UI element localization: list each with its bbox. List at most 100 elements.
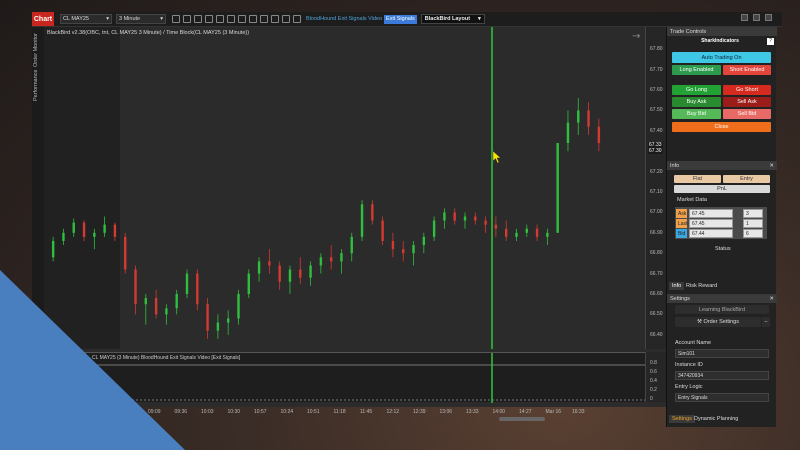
help-icon[interactable]: ? <box>767 38 774 45</box>
sell-ask-button[interactable]: Sell Ask <box>723 97 771 107</box>
chart-tab[interactable]: Chart <box>32 12 54 26</box>
tab-order-monitor[interactable]: Order Monitor <box>33 31 43 69</box>
time-axis-label: 10:30 <box>227 409 241 415</box>
indicator-axis-label: 0.6 <box>650 369 657 375</box>
order-settings-button[interactable]: ⚒ Order Settings <box>675 317 761 327</box>
layout-select[interactable]: BlackBird Layout ▾ <box>420 14 485 24</box>
price-axis-label: 67.00 <box>650 209 663 216</box>
long-enabled-button[interactable]: Long Enabled <box>672 65 721 75</box>
account-name-label: Account Name <box>675 340 712 346</box>
market-data-label: Market Data <box>677 197 707 203</box>
zoom-out-icon[interactable] <box>204 15 213 23</box>
bars-type-icon[interactable] <box>171 15 180 23</box>
time-axis-label: 10:57 <box>254 409 267 415</box>
instrument-select[interactable]: CL MAY25 ▾ <box>60 14 112 24</box>
entry-logic-select[interactable]: Entry Signals <box>675 393 769 402</box>
close-button[interactable]: Close <box>672 122 771 132</box>
price-axis-label: 66.70 <box>650 270 663 277</box>
exit-signals-link[interactable]: BloodHound Exit Signals Video <box>306 16 382 22</box>
buy-bid-button[interactable]: Buy Bid <box>672 109 721 119</box>
time-axis[interactable]: 09:09 09:36 10:03 10:30 10:57 10:24 10:51 11:18… <box>44 407 666 417</box>
tab-risk-reward[interactable]: Risk Reward <box>683 282 720 290</box>
draw-tool-icon[interactable] <box>182 15 191 23</box>
candle <box>535 224 539 241</box>
maximize-icon[interactable] <box>765 14 772 21</box>
candle <box>422 232 426 254</box>
price-chart[interactable]: → <box>44 27 645 349</box>
candle <box>494 216 498 237</box>
price-axis-label: 66.40 <box>650 331 663 338</box>
strategies-icon[interactable] <box>259 15 268 23</box>
chevron-down-icon: ▾ <box>160 16 163 22</box>
time-axis-label: 11:45 <box>360 409 373 415</box>
short-enabled-button[interactable]: Short Enabled <box>723 65 771 75</box>
candle <box>463 212 467 229</box>
go-long-button[interactable]: Go Long <box>672 85 721 95</box>
price-axis-label: 67.50 <box>650 107 663 114</box>
minimize-icon[interactable] <box>753 14 760 21</box>
tab-performance[interactable]: Performance <box>33 70 43 102</box>
price-axis[interactable]: 67.80 67.70 67.60 67.50 67.40 67.30 67.20 67.10… <box>645 27 666 349</box>
go-short-button[interactable]: Go Short <box>723 85 771 95</box>
candle <box>247 269 250 299</box>
price-axis-label: 67.10 <box>650 189 663 195</box>
candle <box>350 232 353 262</box>
ask-price: 67.45 <box>689 209 733 218</box>
indicator-panel[interactable]: CL MAY25 (3 Minute) BloodHound Exit Sign… <box>44 352 645 403</box>
time-axis-label: 12:12 <box>386 409 400 415</box>
close-icon[interactable]: ✕ <box>769 163 774 169</box>
restore-icon[interactable] <box>741 14 748 21</box>
bid-price: 67.44 <box>689 229 733 238</box>
sell-bid-button[interactable]: Sell Bid <box>723 109 771 119</box>
share-icon[interactable] <box>281 15 290 23</box>
crosshair-icon[interactable] <box>226 15 235 23</box>
instance-id-field[interactable]: 347420934 <box>675 371 769 380</box>
interval-select[interactable]: 3 Minute ▾ <box>116 14 166 24</box>
candle <box>391 232 395 258</box>
templates-icon[interactable] <box>270 15 279 23</box>
close-icon[interactable]: ✕ <box>769 296 774 302</box>
horizontal-scrollbar[interactable] <box>499 417 545 421</box>
candle <box>484 216 487 233</box>
order-settings-label: Order Settings <box>703 319 739 325</box>
indicator-axis-label: 0.8 <box>650 360 657 366</box>
candle <box>340 249 343 274</box>
chart-title: BlackBird v2.38(OBC, tnt, CL MAY25 3 Min… <box>47 30 250 36</box>
properties-icon[interactable] <box>237 15 246 23</box>
buy-ask-button[interactable]: Buy Ask <box>672 97 721 107</box>
current-price-tag: 67.30 <box>648 148 663 155</box>
indicator-axis-label: 0.4 <box>650 378 657 384</box>
chevron-down-icon: ▾ <box>478 16 481 22</box>
time-axis-label: 13:06 <box>439 409 453 415</box>
indicators-icon[interactable] <box>248 15 257 23</box>
collapse-icon[interactable]: − <box>762 317 770 327</box>
time-axis-label: 10:03 <box>201 409 214 415</box>
ask-size: 3 <box>743 209 763 218</box>
zoom-in-icon[interactable] <box>193 15 202 23</box>
candle <box>577 98 580 135</box>
current-price-tag: 67.33 <box>648 142 663 149</box>
tab-dynamic-planning[interactable]: Dynamic Planning <box>691 415 741 423</box>
candle <box>525 224 528 237</box>
learning-blackbird-link[interactable]: Learning BlackBird <box>675 305 769 314</box>
account-name-field[interactable]: Sim101 <box>675 349 769 358</box>
candle <box>309 261 312 286</box>
ask-label: Ask <box>676 209 687 218</box>
candle <box>412 240 415 266</box>
exit-signals-button[interactable]: Exit Signals <box>384 14 417 24</box>
snapshot-icon[interactable] <box>292 15 301 23</box>
candle <box>319 253 323 274</box>
candle <box>443 208 446 229</box>
tab-info[interactable]: Info <box>669 282 685 290</box>
candle <box>237 289 240 325</box>
candle <box>165 304 168 325</box>
price-axis-label: 67.80 <box>650 46 663 53</box>
time-axis-label: 12:39 <box>413 409 426 415</box>
entry-status: Entry <box>723 175 770 183</box>
pnl-field: PnL <box>674 185 770 193</box>
pointer-icon[interactable] <box>215 15 224 23</box>
candle <box>546 228 549 246</box>
auto-trading-button[interactable]: Auto Trading On <box>672 52 771 63</box>
candle <box>257 257 261 282</box>
chart-panel[interactable]: → BlackBird v2.38(OBC, tnt, CL MAY25 3 M… <box>44 27 666 421</box>
